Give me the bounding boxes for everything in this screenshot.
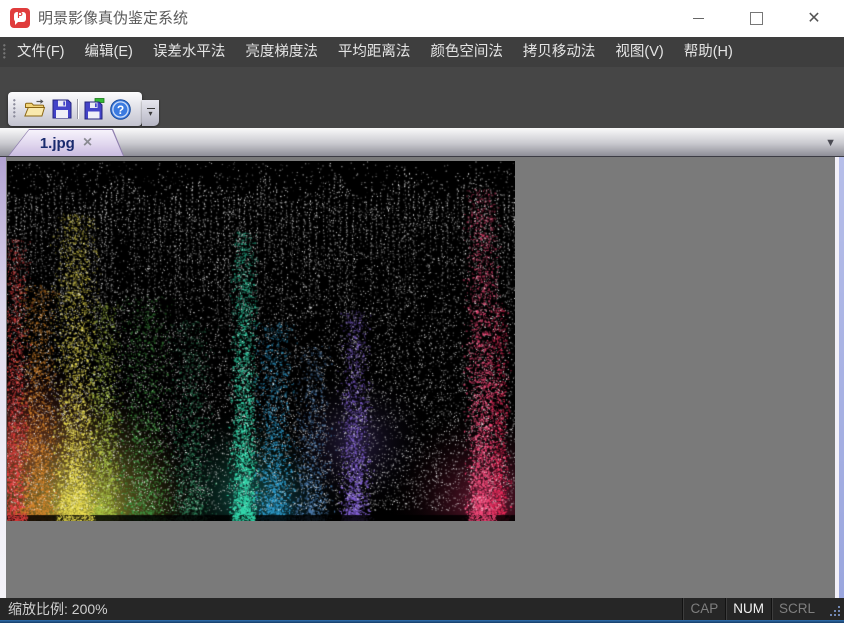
close-button[interactable]: ✕ [785, 0, 843, 37]
save-icon [51, 98, 73, 120]
help-button[interactable]: ? [107, 95, 134, 123]
window-title: 明景影像真伪鉴定系统 [38, 0, 188, 37]
viewport-left-frame [0, 157, 6, 598]
zoom-ratio-text: 缩放比例: 200% [8, 599, 108, 619]
menu-item-error-level[interactable]: 误差水平法 [143, 37, 236, 67]
minimize-button[interactable] [669, 0, 727, 37]
app-icon: P [10, 8, 30, 28]
title-bar: P 明景影像真伪鉴定系统 ✕ [0, 0, 844, 37]
close-icon: ✕ [807, 11, 820, 27]
document-image-canvas[interactable] [7, 161, 515, 521]
save-all-icon [83, 98, 105, 120]
menu-bar: 文件(F) 编辑(E) 误差水平法 亮度梯度法 平均距离法 颜色空间法 拷贝移动… [0, 37, 844, 67]
caps-lock-indicator: CAP [682, 598, 725, 620]
tab-label: 1.jpg [40, 135, 75, 152]
num-lock-indicator: NUM [725, 598, 771, 620]
toolbar-overflow-button[interactable]: ▾ [142, 100, 159, 126]
app-icon-letter: P [10, 11, 30, 21]
tab-1jpg[interactable]: 1.jpg × [8, 129, 124, 156]
document-tab-bar: 1.jpg × ▼ [0, 128, 844, 157]
menu-item-view[interactable]: 视图(V) [605, 37, 673, 67]
app-window: P 明景影像真伪鉴定系统 ✕ 文件(F) 编辑(E) 误差水平法 亮度梯度法 平… [0, 0, 844, 623]
tab-close-icon[interactable]: × [83, 135, 92, 151]
menu-item-copy-move[interactable]: 拷贝移动法 [513, 37, 606, 67]
maximize-button[interactable] [727, 0, 785, 37]
toolbar: ? [8, 92, 142, 126]
help-icon: ? [109, 98, 132, 121]
toolbar-band: ? ▾ [0, 67, 844, 128]
window-right-border [839, 157, 844, 598]
toolbar-separator [77, 99, 78, 119]
scroll-lock-indicator: SCRL [771, 598, 822, 620]
document-viewport [0, 157, 844, 598]
open-file-button[interactable] [21, 95, 48, 123]
tab-list-dropdown[interactable]: ▼ [825, 137, 836, 149]
window-resize-grip[interactable] [822, 598, 844, 620]
menu-item-average-distance[interactable]: 平均距离法 [328, 37, 421, 67]
menu-item-color-space[interactable]: 颜色空间法 [420, 37, 513, 67]
save-all-button[interactable] [80, 95, 107, 123]
maximize-icon [750, 12, 763, 25]
svg-text:?: ? [117, 103, 124, 117]
save-button[interactable] [48, 95, 75, 123]
menu-item-file[interactable]: 文件(F) [7, 37, 75, 67]
menu-item-edit[interactable]: 编辑(E) [75, 37, 143, 67]
folder-open-icon [23, 98, 47, 120]
toolbar-overflow-icon: ▾ [148, 110, 152, 118]
window-controls: ✕ [669, 0, 843, 37]
toolbar-grip-handle[interactable] [13, 99, 17, 119]
status-bar: 缩放比例: 200% CAP NUM SCRL [0, 598, 844, 620]
minimize-icon [693, 18, 704, 19]
menu-item-luminance-gradient[interactable]: 亮度梯度法 [235, 37, 328, 67]
tab-1jpg-face: 1.jpg × [9, 130, 123, 156]
app-icon-bubble-tail [15, 21, 19, 25]
menu-item-help[interactable]: 帮助(H) [674, 37, 743, 67]
